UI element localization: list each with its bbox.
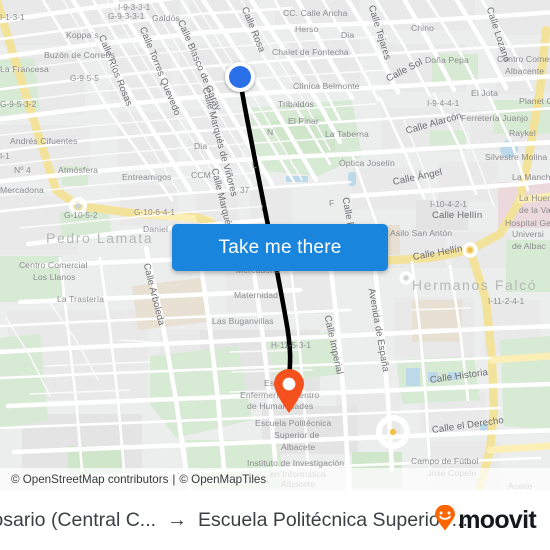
trip-summary: Rosario (Central C... → Escuela Politécn… bbox=[0, 508, 468, 532]
attribution-osm[interactable]: © OpenStreetMap contributors bbox=[11, 473, 168, 486]
bottom-bar: Rosario (Central C... → Escuela Politécn… bbox=[0, 490, 550, 550]
take-me-there-button[interactable]: Take me there bbox=[172, 224, 388, 271]
moovit-trip-map-screen: .blk { fill:#e9e9ea; } .blk2 { fill:#e4e… bbox=[0, 0, 550, 550]
map-canvas[interactable]: .blk { fill:#e9e9ea; } .blk2 { fill:#e4e… bbox=[0, 0, 550, 490]
origin-marker[interactable] bbox=[225, 62, 255, 92]
arrow-right-icon: → bbox=[167, 508, 188, 531]
attribution-tiles[interactable]: © OpenMapTiles bbox=[179, 473, 266, 486]
trip-origin-label: Rosario (Central C... bbox=[0, 508, 157, 531]
attribution-separator: | bbox=[172, 472, 176, 486]
trip-destination-label: Escuela Politécnica Superior ... bbox=[198, 508, 468, 531]
moovit-logo: moovit bbox=[434, 504, 537, 536]
map-attribution: © OpenStreetMap contributors | © OpenMap… bbox=[0, 468, 550, 490]
destination-marker[interactable] bbox=[272, 368, 306, 414]
moovit-pin-icon bbox=[434, 504, 456, 536]
moovit-wordmark: moovit bbox=[458, 505, 536, 534]
